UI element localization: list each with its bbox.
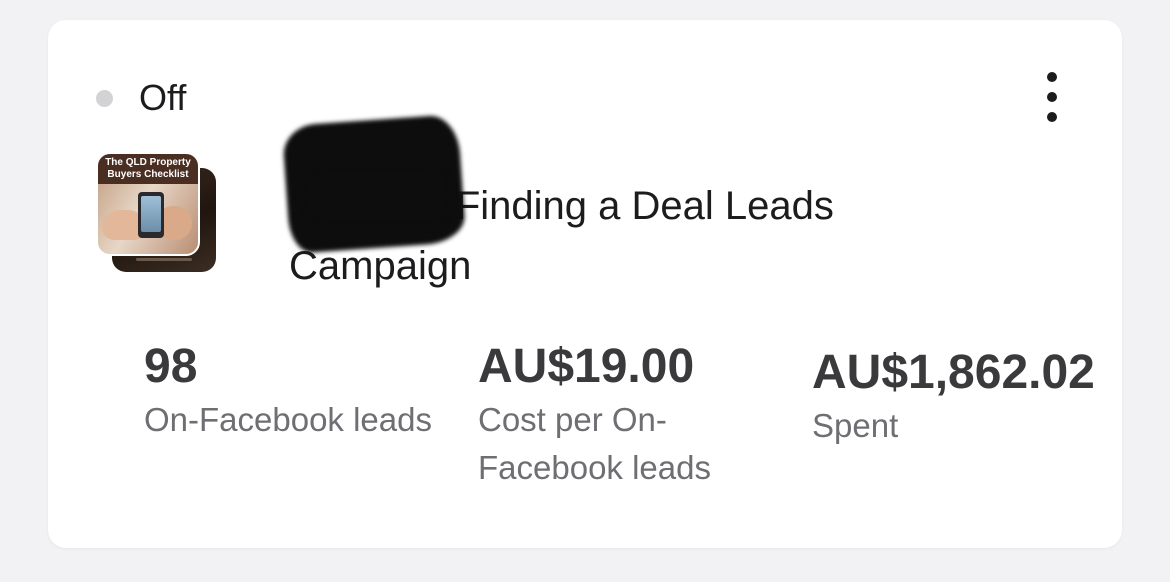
phone-image bbox=[138, 192, 164, 238]
metric-leads: 98 On-Facebook leads bbox=[144, 338, 444, 444]
metric-value: AU$1,862.02 bbox=[812, 346, 1095, 399]
redaction-mark-overlay bbox=[302, 166, 452, 226]
more-options-button[interactable] bbox=[1040, 72, 1064, 122]
campaign-card[interactable]: Off The QLD Property Buyers Checklist 14… bbox=[48, 20, 1122, 548]
metric-value: 98 bbox=[144, 340, 198, 393]
thumbnail-photo bbox=[98, 184, 198, 254]
metric-cost-per-lead: AU$19.00 Cost per On-Facebook leads bbox=[478, 338, 778, 492]
metric-label: Spent bbox=[812, 407, 899, 444]
metric-spent: AU$1,862.02 Spent bbox=[812, 338, 1122, 450]
metric-value: AU$19.00 bbox=[478, 340, 695, 393]
thumbnail-title: The QLD Property Buyers Checklist bbox=[98, 154, 198, 184]
campaign-status: Off bbox=[96, 76, 186, 120]
status-label: Off bbox=[139, 77, 187, 118]
metric-label: Cost per On-Facebook leads bbox=[478, 401, 711, 486]
status-dot-icon bbox=[96, 89, 113, 107]
ad-thumbnail-front: The QLD Property Buyers Checklist bbox=[96, 152, 200, 256]
ad-thumbnail-stack: The QLD Property Buyers Checklist bbox=[96, 152, 220, 276]
more-vertical-icon bbox=[1047, 72, 1057, 82]
metric-label: On-Facebook leads bbox=[144, 401, 432, 438]
